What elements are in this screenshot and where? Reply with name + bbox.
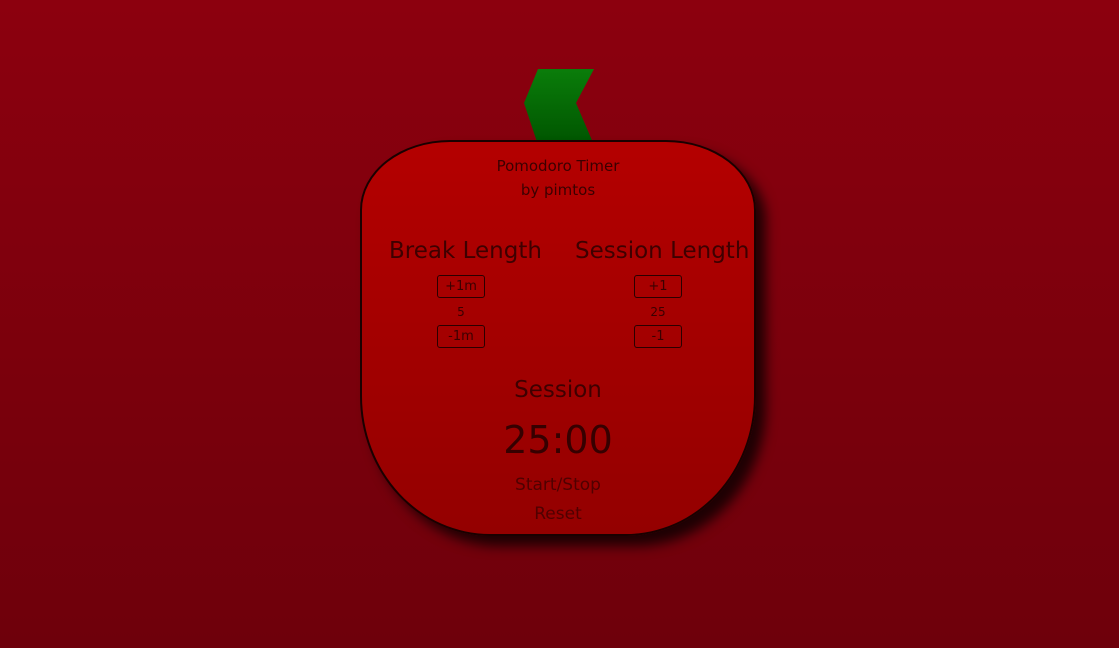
break-length-label: Break Length — [389, 238, 542, 264]
tomato-stem — [524, 69, 594, 145]
session-length-label: Session Length — [575, 238, 750, 264]
app-title: Pomodoro Timer — [496, 157, 620, 175]
break-increment-button[interactable]: +1m — [437, 275, 485, 298]
session-increment-button[interactable]: +1 — [634, 275, 682, 298]
timer-mode-label: Session — [514, 377, 602, 403]
pomodoro-timer-panel: Pomodoro Timer by pimtos Break Length +1… — [360, 140, 756, 536]
session-decrement-button[interactable]: -1 — [634, 325, 682, 348]
session-length-value: 25 — [650, 305, 666, 319]
timer-display: 25:00 — [503, 418, 613, 462]
app-author: by pimtos — [520, 181, 596, 199]
reset-button[interactable]: Reset — [362, 504, 754, 524]
start-stop-button[interactable]: Start/Stop — [362, 475, 754, 495]
break-decrement-button[interactable]: -1m — [437, 325, 485, 348]
break-length-value: 5 — [457, 305, 465, 319]
